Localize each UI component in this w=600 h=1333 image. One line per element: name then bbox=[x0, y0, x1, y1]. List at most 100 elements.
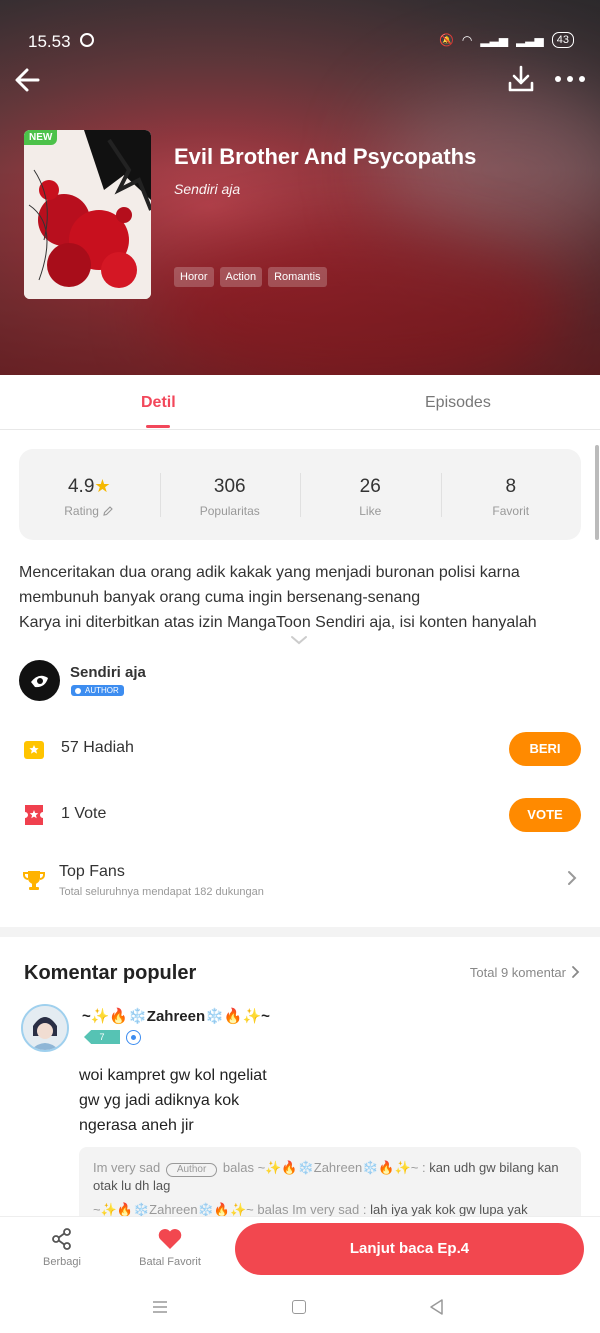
top-fans-row[interactable]: Top Fans Total seluruhnya mendapat 182 d… bbox=[19, 858, 581, 898]
home-icon[interactable] bbox=[292, 1300, 306, 1314]
reply-from: Im very sad bbox=[93, 1160, 161, 1175]
votes-row: 1 Vote VOTE bbox=[19, 795, 581, 835]
favorite-label: Favorit bbox=[492, 504, 530, 518]
description[interactable]: Menceritakan dua orang adik kakak yang m… bbox=[19, 560, 579, 635]
genre-tags: Horor Action Romantis bbox=[174, 267, 327, 287]
gifts-row: 57 Hadiah BERI bbox=[19, 729, 581, 769]
genre-tag[interactable]: Horor bbox=[174, 267, 214, 287]
description-line: membunuh banyak orang cuma ingin bersena… bbox=[19, 589, 421, 606]
genre-tag[interactable]: Romantis bbox=[268, 267, 327, 287]
recent-apps-icon[interactable] bbox=[152, 1300, 168, 1314]
chevron-right-icon[interactable] bbox=[571, 965, 580, 979]
stat-popularity: 306 Popularitas bbox=[159, 449, 301, 540]
rating-label: Rating bbox=[64, 504, 99, 518]
give-gift-button[interactable]: BERI bbox=[509, 732, 581, 766]
signal-icon: ▂▃▅ bbox=[516, 33, 544, 47]
back-arrow-icon[interactable] bbox=[12, 62, 48, 98]
battery-icon: 43 bbox=[551, 32, 574, 48]
hero-blur bbox=[150, 230, 570, 375]
comment-text: woi kampret gw kol ngeliat gw yg jadi ad… bbox=[79, 1063, 267, 1138]
status-bar: 15.53 🔕 ◠ ▂▃▅ ▂▃▅ 43 bbox=[28, 30, 574, 54]
stat-rating[interactable]: 4.9★ Rating bbox=[19, 449, 160, 540]
chevron-down-icon[interactable] bbox=[290, 634, 308, 646]
continue-reading-button[interactable]: Lanjut baca Ep.4 bbox=[235, 1223, 584, 1275]
rating-value: 4.9 bbox=[67, 476, 95, 497]
votes-label: 1 Vote bbox=[61, 805, 107, 822]
reply-to: Im very sad : bbox=[292, 1202, 367, 1217]
like-value: 26 bbox=[359, 476, 381, 497]
new-badge: NEW bbox=[24, 130, 58, 145]
favorite-value: 8 bbox=[505, 476, 517, 497]
mute-icon: 🔕 bbox=[438, 33, 454, 47]
cover-image[interactable]: NEW bbox=[24, 130, 151, 299]
gift-icon bbox=[24, 741, 44, 759]
popularity-value: 306 bbox=[213, 476, 246, 497]
vote-button[interactable]: VOTE bbox=[509, 798, 581, 832]
pencil-icon bbox=[103, 506, 114, 516]
signal-icon: ▂▃▅ bbox=[480, 33, 509, 47]
stat-like: 26 Like bbox=[300, 449, 441, 540]
manga-author[interactable]: Sendiri aja bbox=[174, 181, 240, 197]
share-label: Berbagi bbox=[43, 1256, 81, 1268]
replies-box[interactable]: Im very sad Author balas ~✨🔥❄️Zahreen❄️🔥… bbox=[79, 1147, 581, 1227]
gifts-label: 57 Hadiah bbox=[61, 739, 134, 756]
bottom-action-bar: Berbagi Batal Favorit Lanjut baca Ep.4 bbox=[0, 1216, 600, 1284]
description-line: Karya ini diterbitkan atas izin MangaToo… bbox=[19, 614, 537, 631]
top-fans-label: Top Fans bbox=[59, 863, 125, 880]
manga-title: Evil Brother And Psycopaths bbox=[174, 144, 477, 169]
user-level-badge: 7 bbox=[84, 1030, 120, 1044]
popularity-label: Popularitas bbox=[199, 504, 260, 518]
genre-tag[interactable]: Action bbox=[219, 267, 263, 287]
like-label: Like bbox=[359, 504, 382, 518]
comment-user-name[interactable]: ~✨🔥❄️Zahreen❄️🔥✨~ bbox=[82, 1007, 270, 1025]
stats-panel: 4.9★ Rating 306 Popularitas 26 Like 8 Fa… bbox=[19, 449, 581, 540]
reply-to: ~✨🔥❄️Zahreen❄️🔥✨~ : bbox=[257, 1160, 426, 1175]
status-icons: 🔕 ◠ ▂▃▅ ▂▃▅ 43 bbox=[439, 32, 574, 48]
tab-bar: Detil Episodes bbox=[0, 375, 600, 430]
author-badge: AUTHOR bbox=[71, 685, 124, 696]
reply-item: Im very sad Author balas ~✨🔥❄️Zahreen❄️🔥… bbox=[93, 1159, 567, 1194]
comments-title: Komentar populer bbox=[24, 962, 197, 984]
star-icon: ★ bbox=[94, 476, 111, 496]
share-icon bbox=[52, 1228, 71, 1250]
wifi-icon: ◠ bbox=[461, 33, 473, 47]
vote-ticket-icon bbox=[25, 805, 43, 825]
avatar[interactable] bbox=[21, 1004, 69, 1052]
cover-artwork bbox=[24, 130, 151, 299]
author-name: Sendiri aja bbox=[70, 664, 146, 681]
chevron-right-icon bbox=[568, 871, 577, 885]
top-bar bbox=[12, 62, 588, 98]
status-time: 15.53 bbox=[28, 32, 71, 51]
comments-total-link[interactable]: Total 9 komentar bbox=[470, 965, 566, 980]
trophy-icon bbox=[23, 871, 45, 890]
back-triangle-icon[interactable] bbox=[428, 1298, 444, 1316]
system-nav-bar bbox=[0, 1284, 600, 1333]
author-row[interactable]: Sendiri aja AUTHOR bbox=[19, 660, 579, 702]
reply-from: ~✨🔥❄️Zahreen❄️🔥✨~ bbox=[93, 1202, 254, 1217]
heart-icon bbox=[158, 1229, 182, 1249]
comment-line: woi kampret gw kol ngeliat bbox=[79, 1067, 267, 1084]
active-tab-indicator bbox=[146, 425, 170, 428]
share-button[interactable]: Berbagi bbox=[34, 1227, 90, 1268]
unfavorite-label: Batal Favorit bbox=[139, 1256, 201, 1268]
tab-episodes[interactable]: Episodes bbox=[425, 394, 491, 412]
avatar[interactable] bbox=[19, 660, 60, 701]
stat-favorite: 8 Favorit bbox=[440, 449, 582, 540]
comment-line: ngerasa aneh jir bbox=[79, 1117, 194, 1134]
comment-line: gw yg jadi adiknya kok bbox=[79, 1092, 240, 1109]
whatsapp-icon bbox=[80, 33, 94, 47]
scrollbar[interactable] bbox=[595, 445, 599, 540]
reply-author-tag: Author bbox=[165, 1163, 218, 1177]
reply-text: lah iya yak kok gw lupa yak bbox=[370, 1202, 528, 1217]
more-options-icon[interactable] bbox=[552, 66, 588, 92]
hero-blur bbox=[380, 80, 600, 260]
description-line: Menceritakan dua orang adik kakak yang m… bbox=[19, 564, 520, 581]
verified-badge-icon bbox=[126, 1030, 141, 1045]
download-icon[interactable] bbox=[506, 64, 536, 94]
reply-verb: balas bbox=[257, 1202, 289, 1217]
top-fans-subtitle: Total seluruhnya mendapat 182 dukungan bbox=[59, 886, 264, 898]
unfavorite-button[interactable]: Batal Favorit bbox=[130, 1227, 210, 1268]
reply-verb: balas bbox=[222, 1160, 254, 1175]
tab-detail[interactable]: Detil bbox=[141, 394, 176, 412]
section-divider bbox=[0, 927, 600, 937]
